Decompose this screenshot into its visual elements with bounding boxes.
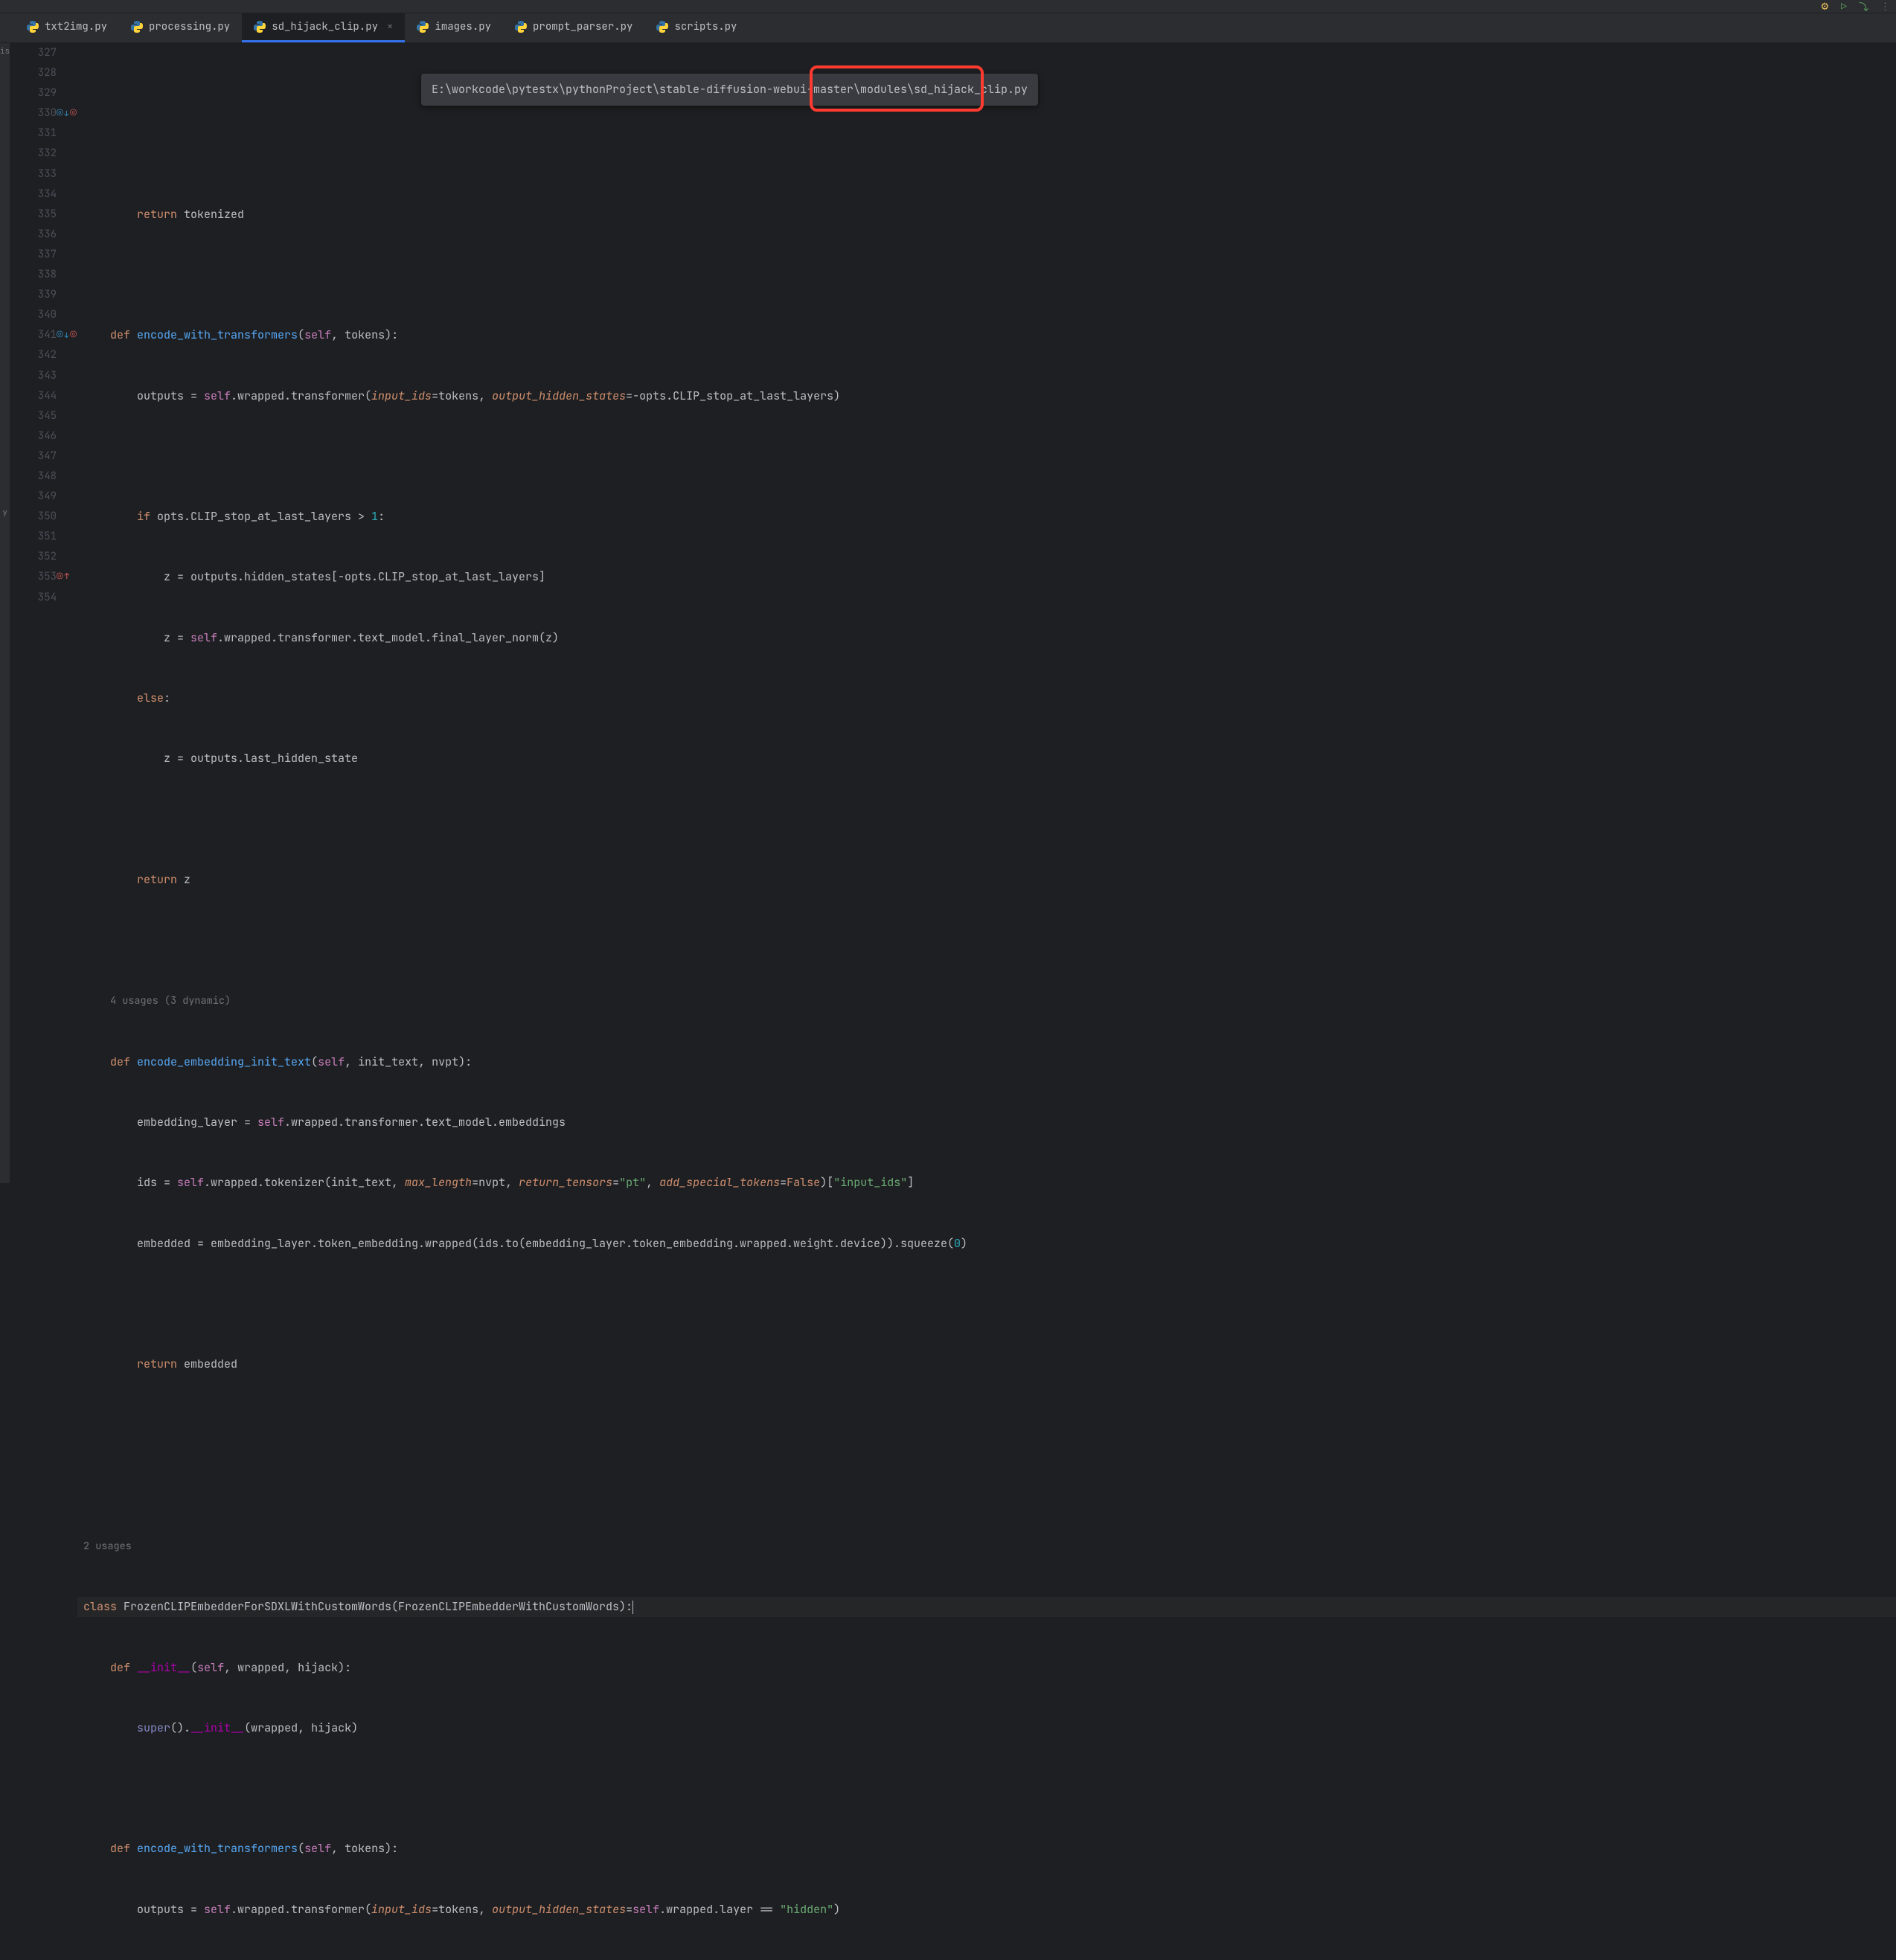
code-line[interactable] — [77, 1415, 1896, 1435]
run-icon[interactable]: ▷ — [1841, 0, 1847, 13]
line-number: 328 — [10, 63, 57, 83]
line-number: 352 — [10, 547, 57, 567]
code-line[interactable] — [77, 1778, 1896, 1799]
code-line[interactable]: embedding_layer = self.wrapped.transform… — [77, 1112, 1896, 1133]
line-number: 353◎↑ — [10, 567, 57, 587]
python-file-icon — [254, 21, 266, 33]
line-number: 335 — [10, 205, 57, 225]
line-number: 344 — [10, 386, 57, 406]
code-line[interactable]: return embedded — [77, 1354, 1896, 1374]
line-number: 347 — [10, 446, 57, 467]
file-path-tooltip: E:\workcode\pytestx\pythonProject\stable… — [421, 74, 1038, 106]
editor-area: is y 327 328 329 330◎↓◎ 331 332 333 334 … — [0, 43, 1896, 1183]
tab-sd-hijack-clip[interactable]: sd_hijack_clip.py × — [242, 13, 405, 42]
line-number: 350 — [10, 507, 57, 527]
code-line[interactable]: z = self.wrapped.transformer.text_model.… — [77, 628, 1896, 648]
line-number: 343 — [10, 366, 57, 386]
line-number: 330◎↓◎ — [10, 103, 57, 124]
toolbar-icon[interactable]: ⚙ — [1821, 0, 1830, 13]
code-line[interactable]: outputs = self.wrapped.transformer(input… — [77, 1900, 1896, 1920]
code-line[interactable]: 2 usages — [77, 1536, 1896, 1557]
line-number: 354 — [10, 588, 57, 608]
code-line[interactable]: def encode_with_transformers(self, token… — [77, 1839, 1896, 1859]
usage-inlay[interactable]: 4 usages (3 dynamic) — [110, 994, 231, 1008]
code-line[interactable]: def __init__(self, wrapped, hijack): — [77, 1658, 1896, 1678]
code-line[interactable] — [77, 446, 1896, 467]
python-file-icon — [131, 21, 143, 33]
code-line[interactable]: class FrozenCLIPEmbedderForSDXLWithCusto… — [77, 1597, 1896, 1617]
line-number: 336 — [10, 225, 57, 245]
top-toolbar: ⚙ ▷ ⤵ ⋮ — [0, 0, 1896, 13]
tool-window-strip[interactable]: is y — [0, 43, 10, 1183]
line-number-gutter: 327 328 329 330◎↓◎ 331 332 333 334 335 3… — [10, 43, 77, 1183]
code-line[interactable]: z = outputs.hidden_states[-opts.CLIP_sto… — [77, 567, 1896, 587]
tab-processing[interactable]: processing.py — [119, 13, 242, 42]
line-number: 331 — [10, 124, 57, 144]
line-number: 329 — [10, 83, 57, 103]
code-line[interactable]: else: — [77, 688, 1896, 708]
line-number: 345 — [10, 406, 57, 426]
code-line[interactable] — [77, 265, 1896, 285]
code-line[interactable]: def encode_with_transformers(self, token… — [77, 325, 1896, 345]
code-line[interactable]: def encode_embedding_init_text(self, ini… — [77, 1052, 1896, 1072]
tab-label: processing.py — [149, 20, 230, 33]
python-file-icon — [27, 21, 39, 33]
code-line[interactable]: if opts.CLIP_stop_at_last_layers > 1: — [77, 507, 1896, 527]
toolbar-right-icons: ⚙ ▷ ⤵ ⋮ — [1821, 0, 1890, 13]
tab-label: images.py — [435, 20, 491, 33]
python-file-icon — [656, 21, 668, 33]
line-number: 349 — [10, 487, 57, 507]
close-tab-icon[interactable]: × — [387, 20, 393, 33]
side-label: is — [0, 46, 10, 57]
line-number: 338 — [10, 265, 57, 285]
line-number: 340 — [10, 305, 57, 325]
code-line[interactable]: outputs = self.wrapped.transformer(input… — [77, 386, 1896, 406]
code-line[interactable]: return z — [77, 870, 1896, 890]
line-number: 342 — [10, 345, 57, 365]
override-gutter-icon[interactable]: ◎↑ — [57, 567, 69, 587]
code-line[interactable]: z = outputs.last_hidden_state — [77, 749, 1896, 769]
more-icon[interactable]: ⋮ — [1880, 0, 1890, 13]
editor-tab-bar: txt2img.py processing.py sd_hijack_clip.… — [0, 13, 1896, 43]
line-number: 337 — [10, 245, 57, 265]
code-editor[interactable]: E:\workcode\pytestx\pythonProject\stable… — [77, 43, 1896, 1183]
side-label: y — [2, 507, 7, 518]
tab-label: scripts.py — [674, 20, 737, 33]
line-number: 334 — [10, 185, 57, 205]
tab-label: sd_hijack_clip.py — [272, 20, 378, 33]
line-number: 332 — [10, 144, 57, 164]
line-number: 327 — [10, 43, 57, 63]
code-line[interactable]: super().__init__(wrapped, hijack) — [77, 1718, 1896, 1738]
code-line[interactable] — [77, 1294, 1896, 1314]
line-number: 348 — [10, 467, 57, 487]
code-line[interactable]: 4 usages (3 dynamic) — [77, 990, 1896, 1011]
line-number: 351 — [10, 527, 57, 547]
tab-scripts[interactable]: scripts.py — [644, 13, 749, 42]
tab-prompt-parser[interactable]: prompt_parser.py — [503, 13, 644, 42]
text-caret — [632, 1601, 633, 1614]
code-line[interactable] — [77, 144, 1896, 164]
line-number: 346 — [10, 426, 57, 446]
tab-txt2img[interactable]: txt2img.py — [15, 13, 119, 42]
code-line[interactable] — [77, 810, 1896, 830]
usage-inlay[interactable]: 2 usages — [83, 1540, 132, 1553]
usages-gutter-icon[interactable]: ◎↓◎ — [57, 103, 77, 124]
usages-gutter-icon[interactable]: ◎↓◎ — [57, 325, 77, 345]
code-line[interactable] — [77, 1476, 1896, 1496]
line-number: 341◎↓◎ — [10, 325, 57, 345]
tab-label: prompt_parser.py — [533, 20, 632, 33]
tab-label: txt2img.py — [45, 20, 107, 33]
python-file-icon — [515, 21, 527, 33]
code-line[interactable]: embedded = embedding_layer.token_embeddi… — [77, 1234, 1896, 1254]
line-number: 333 — [10, 164, 57, 185]
toolbar-icon[interactable]: ⤵ — [1859, 0, 1868, 13]
python-file-icon — [417, 21, 429, 33]
code-line[interactable]: return tokenized — [77, 205, 1896, 225]
line-number: 339 — [10, 285, 57, 305]
tab-images[interactable]: images.py — [405, 13, 503, 42]
code-line[interactable] — [77, 930, 1896, 950]
